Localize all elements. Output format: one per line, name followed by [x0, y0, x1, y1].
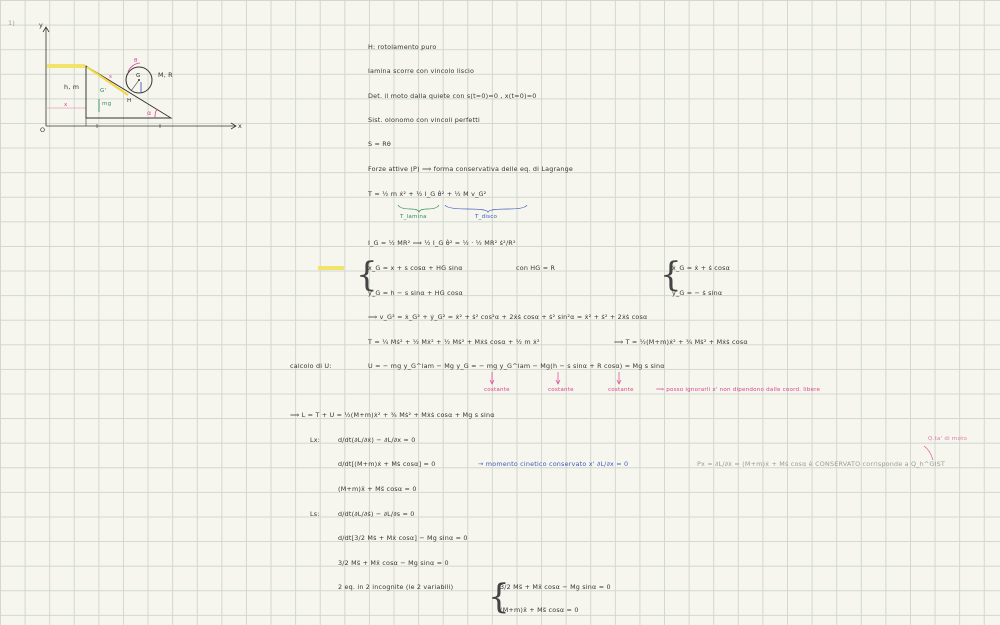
constant-arrows [489, 372, 934, 461]
final-eq-s: 3/2 Ms̈ + Mẍ cosα − Mg sinα = 0 [500, 583, 611, 591]
lx-momentum-note: → momento cinetico conservato x' ∂L/∂x =… [478, 460, 629, 468]
lx-eq1: d/dt(∂L/∂ẋ) − ∂L/∂x = 0 [338, 436, 416, 444]
constant-2: costante [548, 387, 574, 393]
constant-3: costante [608, 387, 634, 393]
ls-system-intro: 2 eq. in 2 incognite (le 2 variabili) [338, 583, 454, 591]
lx-eq2: d/dt[(M+m)ẋ + Mṡ cosα] = 0 [338, 460, 436, 468]
ls-eq2: d/dt[3/2 Mṡ + Mẋ cosα] − Mg sinα = 0 [338, 534, 468, 542]
line-lagrangian: ⟹ L = T + U = ½(M+m)ẋ² + ¾ Mṡ² + Mẋṡ cos… [290, 411, 495, 419]
ls-eq1: d/dt(∂L/∂ṡ) − ∂L/∂s = 0 [338, 510, 415, 518]
lx-label: Lx: [310, 436, 321, 444]
constant-1: costante [484, 387, 510, 393]
px-conserved-note: Px = ∂L/∂ẋ = (M+m)ẋ + Mṡ cosα è CONSERVA… [697, 460, 946, 468]
final-eq-x: (M+m)ẍ + Ms̈ cosα = 0 [500, 606, 579, 614]
lx-eq3: (M+m)ẍ + Ms̈ cosα = 0 [338, 485, 417, 493]
constant-note: ⟹ posso ignorarli x' non dipendono dalle… [656, 387, 821, 393]
ls-eq3: 3/2 Ms̈ + Mẍ cosα − Mg sinα = 0 [338, 559, 449, 567]
ls-label: Ls: [310, 510, 320, 518]
px-side-note: Q.ta' di moto [928, 436, 968, 442]
